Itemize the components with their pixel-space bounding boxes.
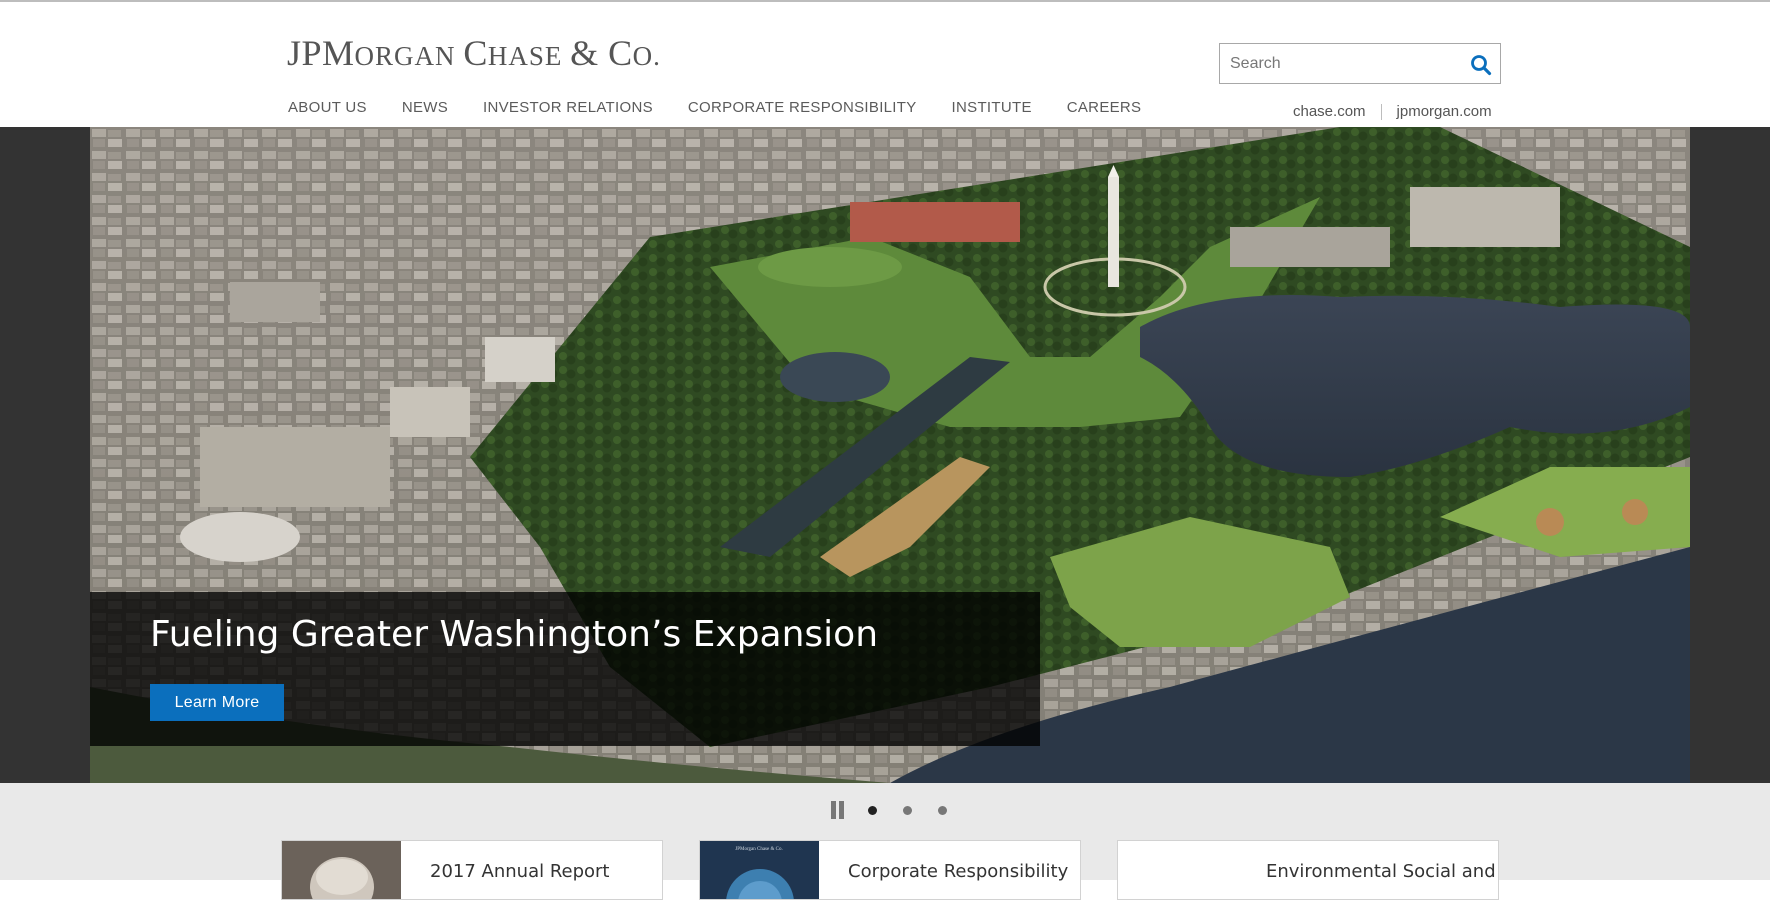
card-title: Corporate Responsibility <box>848 861 1069 882</box>
nav-news[interactable]: NEWS <box>402 99 448 116</box>
carousel-dot-3[interactable] <box>938 805 947 815</box>
nav-careers[interactable]: CAREERS <box>1067 99 1142 116</box>
hero-caption: Fueling Greater Washington’s Expansion L… <box>90 592 1040 746</box>
blank-thumb <box>1118 841 1237 899</box>
main-nav: ABOUT US NEWS INVESTOR RELATIONS CORPORA… <box>288 99 1176 116</box>
card-environmental-social[interactable]: Environmental Social and <box>1117 840 1499 900</box>
report-cover-caption: JPMorgan Chase & Co. <box>735 847 782 852</box>
carousel-dot-2[interactable] <box>903 805 912 815</box>
card-title: 2017 Annual Report <box>430 861 610 882</box>
site-link-divider <box>1380 103 1382 120</box>
report-cover: JPMorgan Chase & Co. <box>700 841 819 899</box>
carousel-pager <box>830 801 973 819</box>
card-title: Environmental Social and <box>1266 861 1496 882</box>
search-box <box>1219 43 1501 84</box>
company-logo[interactable]: JPMORGAN CHASE & CO. <box>287 32 661 74</box>
card-annual-report[interactable]: 2017 Annual Report <box>281 840 663 900</box>
jpmorgan-link[interactable]: jpmorgan.com <box>1397 103 1492 120</box>
portrait-photo <box>282 841 401 899</box>
carousel-dot-1[interactable] <box>868 805 877 815</box>
pause-icon[interactable] <box>830 801 846 819</box>
site-links: chase.com jpmorgan.com <box>1293 103 1492 120</box>
nav-about-us[interactable]: ABOUT US <box>288 99 367 116</box>
nav-corporate-responsibility[interactable]: CORPORATE RESPONSIBILITY <box>688 99 917 116</box>
card-corporate-responsibility[interactable]: JPMorgan Chase & Co. Corporate Responsib… <box>699 840 1081 900</box>
site-header: JPMORGAN CHASE & CO. ABOUT US NEWS INVES… <box>0 2 1770 127</box>
learn-more-button[interactable]: Learn More <box>150 684 284 721</box>
search-icon[interactable] <box>1470 54 1492 76</box>
nav-institute[interactable]: INSTITUTE <box>952 99 1032 116</box>
nav-investor-relations[interactable]: INVESTOR RELATIONS <box>483 99 653 116</box>
chase-link[interactable]: chase.com <box>1293 103 1366 120</box>
search-input[interactable] <box>1220 44 1460 83</box>
hero-title[interactable]: Fueling Greater Washington’s Expansion <box>150 614 878 655</box>
